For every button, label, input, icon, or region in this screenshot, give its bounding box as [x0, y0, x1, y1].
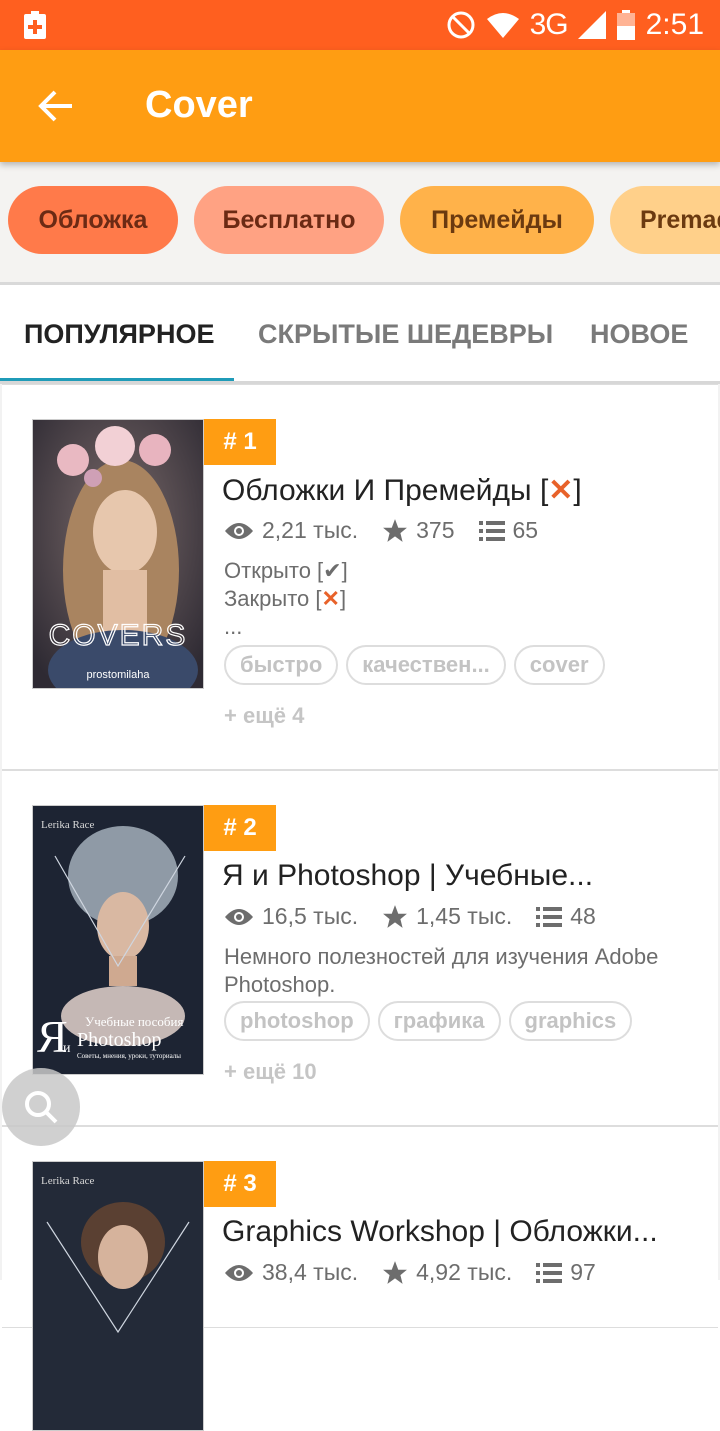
parts-stat: 48 [536, 903, 596, 930]
story-cover[interactable]: Lerika Race [32, 1161, 204, 1431]
search-button[interactable] [2, 1068, 80, 1146]
views-stat: 16,5 тыс. [224, 903, 358, 930]
tag[interactable]: graphics [508, 1001, 633, 1041]
chip-premeidy[interactable]: Премейды [400, 186, 594, 254]
rank-badge: # 1 [204, 419, 276, 465]
tab-bar: ПОПУЛЯРНОЕ СКРЫТЫЕ ШЕДЕВРЫ НОВОЕ [0, 285, 720, 382]
star-icon [383, 1260, 408, 1284]
story-title[interactable]: Я и Photoshop | Учебные... [222, 859, 692, 893]
cross-mark-icon: ✕ [548, 474, 574, 507]
views-stat: 2,21 тыс. [224, 517, 358, 544]
tag[interactable]: cover [513, 645, 605, 685]
story-card[interactable]: COVERS prostomilaha # 1 Обложки И Премей… [2, 384, 718, 770]
eye-icon [225, 522, 253, 539]
cover-image: Lerika Race Я и Учебные пособия Photosho… [33, 806, 203, 1074]
story-card[interactable]: Lerika Race # 3 Graphics Workshop | Обло… [2, 1126, 718, 1431]
list-icon [536, 1262, 563, 1283]
cover-line-text: Советы, мнения, уроки, туториалы [77, 1052, 181, 1060]
story-title[interactable]: Graphics Workshop | Обложки... [222, 1215, 692, 1249]
cross-mark-icon: ✕ [321, 586, 340, 611]
cover-title-text: COVERS [49, 619, 188, 652]
cover-line-text: Учебные пособия [85, 1014, 183, 1029]
more-tags-link[interactable]: + ещё 10 [224, 1059, 317, 1085]
search-icon [25, 1091, 58, 1124]
tag[interactable]: photoshop [224, 1001, 370, 1041]
chip-besplatno[interactable]: Бесплатно [194, 186, 384, 254]
votes-stat: 4,92 тыс. [382, 1259, 512, 1286]
tab-popular[interactable]: ПОПУЛЯРНОЕ [24, 319, 214, 350]
story-stats: 38,4 тыс. 4,92 тыс. 97 [224, 1259, 620, 1286]
back-arrow-icon[interactable] [28, 78, 84, 134]
views-count: 2,21 тыс. [262, 517, 359, 543]
rank-badge: # 2 [204, 805, 276, 851]
list-icon [536, 906, 563, 927]
story-stats: 2,21 тыс. 375 65 [224, 517, 562, 544]
tab-hidden-gems[interactable]: СКРЫТЫЕ ШЕДЕВРЫ [258, 319, 553, 350]
views-count: 38,4 тыс. [262, 1259, 359, 1285]
wifi-icon [486, 13, 519, 38]
votes-stat: 1,45 тыс. [382, 903, 512, 930]
tag-chips-row[interactable]: Обложка Бесплатно Премейды Premades [0, 162, 720, 282]
votes-count: 1,45 тыс. [416, 903, 513, 929]
views-stat: 38,4 тыс. [224, 1259, 358, 1286]
description-line: Открыто [✔] [224, 558, 348, 583]
cover-image: COVERS prostomilaha [33, 420, 203, 688]
story-stats: 16,5 тыс. 1,45 тыс. 48 [224, 903, 620, 930]
tag[interactable]: графика [377, 1001, 501, 1041]
story-title-suffix: ] [573, 474, 582, 507]
list-icon [478, 520, 505, 541]
cover-author-text: prostomilaha [87, 669, 151, 681]
page-title: Cover [145, 84, 253, 126]
tag-list: быстро качествен... cover [224, 645, 605, 685]
cover-image: Lerika Race [33, 1162, 203, 1430]
battery-icon [616, 10, 635, 40]
parts-count: 65 [512, 517, 539, 543]
more-tags-link[interactable]: + ещё 4 [224, 703, 304, 729]
parts-count: 48 [570, 903, 596, 929]
story-card[interactable]: Lerika Race Я и Учебные пособия Photosho… [2, 770, 718, 1126]
chip-premades[interactable]: Premades [610, 186, 720, 254]
votes-stat: 375 [382, 517, 455, 544]
description-text: Закрыто [ [224, 586, 322, 611]
story-title[interactable]: Обложки И Премейды [✕] [222, 473, 692, 508]
chip-oblozhka[interactable]: Обложка [8, 186, 178, 254]
description-line: ... [224, 614, 243, 639]
cover-author-text: Lerika Race [41, 819, 95, 831]
tag-list: photoshop графика graphics [224, 1001, 633, 1041]
status-bar: 3G 2:51 [0, 0, 720, 50]
do-not-disturb-icon [447, 11, 475, 39]
app-bar: Cover [0, 50, 720, 162]
description-text: ] [339, 586, 347, 611]
tag[interactable]: качествен... [346, 645, 506, 685]
story-cover[interactable]: COVERS prostomilaha [32, 419, 204, 689]
network-type: 3G [529, 8, 569, 41]
story-title-text: Обложки И Премейды [ [222, 474, 549, 507]
tag[interactable]: быстро [224, 645, 339, 685]
parts-stat: 97 [536, 1259, 596, 1286]
signal-icon [577, 11, 606, 39]
cover-line-text: Photoshop [77, 1029, 161, 1051]
story-list: COVERS prostomilaha # 1 Обложки И Премей… [0, 384, 720, 1431]
eye-icon [225, 908, 253, 925]
story-cover[interactable]: Lerika Race Я и Учебные пособия Photosho… [32, 805, 204, 1075]
story-description: Немного полезностей для изучения Adobe P… [224, 944, 659, 997]
star-icon [383, 518, 408, 542]
cover-small-text: и [63, 1041, 71, 1056]
rank-badge: # 3 [204, 1161, 276, 1207]
views-count: 16,5 тыс. [262, 903, 359, 929]
story-description: Открыто [✔] Закрыто [✕] ... [224, 557, 674, 641]
battery-saver-icon [24, 11, 46, 39]
votes-count: 375 [416, 517, 455, 543]
description-line: Закрыто [✕] [224, 585, 674, 613]
votes-count: 4,92 тыс. [416, 1259, 513, 1285]
parts-count: 97 [570, 1259, 596, 1285]
star-icon [383, 904, 408, 928]
parts-stat: 65 [478, 517, 539, 544]
clock: 2:51 [645, 8, 704, 41]
tab-new[interactable]: НОВОЕ [590, 319, 688, 350]
cover-author-text: Lerika Race [41, 1175, 95, 1187]
